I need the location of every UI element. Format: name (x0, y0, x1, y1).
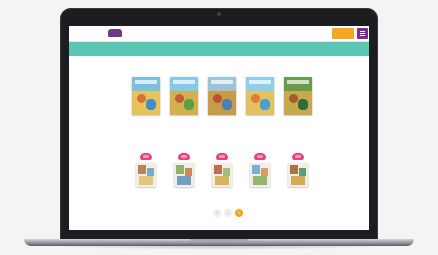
thumb-art (139, 176, 153, 185)
gamepad-icon (254, 153, 266, 160)
book-cover[interactable] (246, 77, 274, 115)
activity-card[interactable] (170, 150, 198, 200)
thumb-art (252, 165, 260, 174)
thumb-art (253, 176, 267, 185)
book-card[interactable] (170, 77, 198, 127)
thumb-art (138, 165, 146, 174)
cover-art (137, 94, 146, 103)
activity-thumbnail[interactable] (250, 163, 270, 187)
cover-title-strip (135, 80, 157, 84)
cover-art (260, 99, 270, 110)
activity-card[interactable] (208, 150, 236, 200)
activity-thumbnail[interactable] (288, 163, 308, 187)
thumb-art (261, 168, 268, 176)
cover-art (175, 94, 184, 103)
book-card[interactable] (208, 77, 236, 127)
book-card[interactable] (246, 77, 274, 127)
thumb-art (177, 176, 191, 185)
book-cover[interactable] (132, 77, 160, 115)
gamepad-icon (178, 153, 190, 160)
laptop-screen: 1 2 3 (69, 26, 369, 230)
gamepad-icon (140, 153, 152, 160)
cta-button[interactable] (332, 28, 354, 39)
thumb-art (176, 165, 184, 174)
thumb-art (214, 165, 222, 174)
page-button[interactable]: 1 (213, 209, 221, 217)
activity-thumbnail[interactable] (174, 163, 194, 187)
cover-title-strip (211, 80, 233, 84)
book-cover[interactable] (170, 77, 198, 115)
cover-art (184, 99, 194, 110)
camera-icon (217, 12, 221, 16)
menu-icon[interactable] (357, 28, 368, 39)
activity-card[interactable] (284, 150, 312, 200)
cover-title-strip (287, 80, 309, 84)
thumb-art (223, 168, 230, 176)
cover-art (251, 94, 260, 103)
activity-card[interactable] (132, 150, 160, 200)
book-cover[interactable] (208, 77, 236, 115)
activity-thumbnail[interactable] (136, 163, 156, 187)
activity-grid (132, 150, 312, 200)
cover-title-strip (249, 80, 271, 84)
thumb-art (215, 176, 229, 185)
cover-art (222, 99, 232, 110)
site-header (69, 26, 369, 42)
cover-art (213, 94, 222, 103)
cover-art (298, 99, 308, 110)
gamepad-icon (216, 153, 228, 160)
info-banner (69, 42, 369, 56)
cover-art (146, 99, 156, 110)
page-button[interactable]: 3 (235, 209, 243, 217)
book-card[interactable] (284, 77, 312, 127)
cover-title-strip (173, 80, 195, 84)
thumb-art (290, 165, 298, 174)
cover-art (289, 94, 298, 103)
thumb-art (299, 168, 306, 176)
activity-thumbnail[interactable] (212, 163, 232, 187)
book-card[interactable] (132, 77, 160, 127)
activity-card[interactable] (246, 150, 274, 200)
page-button[interactable]: 2 (224, 209, 232, 217)
thumb-art (291, 176, 305, 185)
book-cover[interactable] (284, 77, 312, 115)
gamepad-icon (292, 153, 304, 160)
book-grid (132, 77, 312, 127)
thumb-art (147, 168, 154, 176)
thumb-art (185, 168, 192, 176)
laptop-notch (190, 239, 248, 242)
pagination: 1 2 3 (213, 209, 243, 217)
site-logo[interactable] (108, 29, 122, 37)
